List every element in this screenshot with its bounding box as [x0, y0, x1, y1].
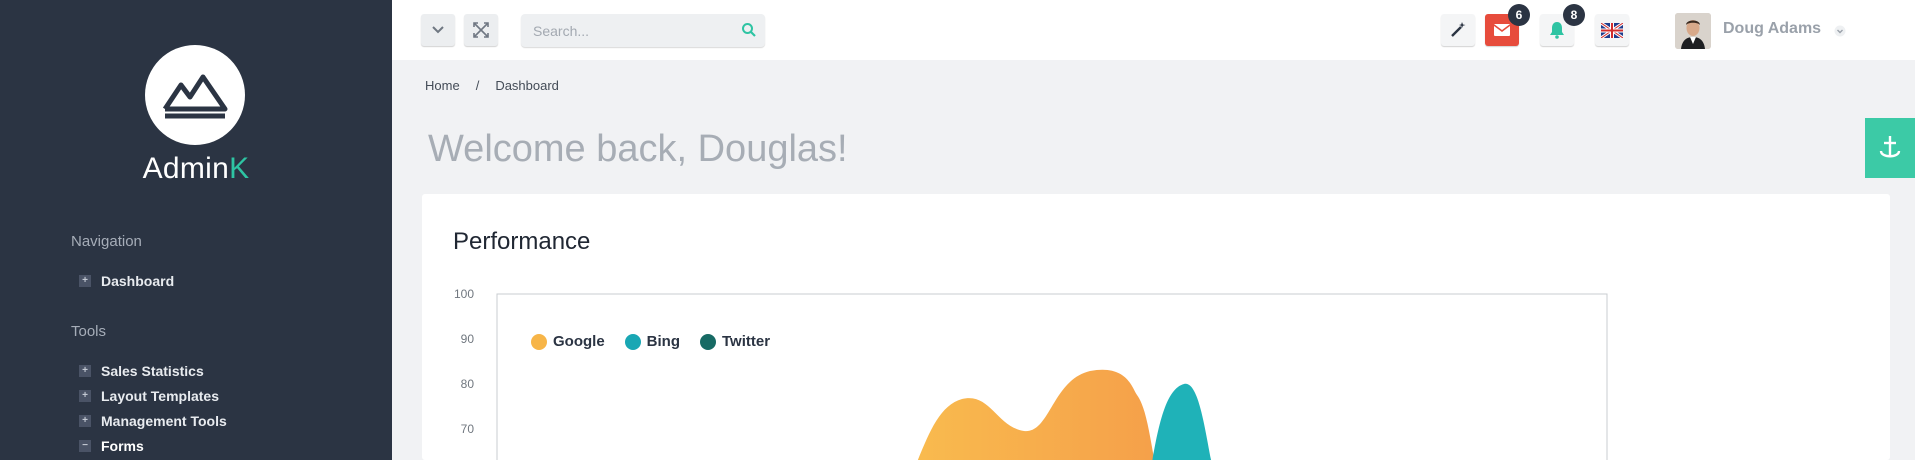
- magic-wand-button[interactable]: [1441, 14, 1475, 46]
- collapse-minus-icon: −: [79, 440, 91, 452]
- breadcrumb: Home / Dashboard: [425, 78, 559, 93]
- sidebar-item-label: Dashboard: [101, 273, 175, 289]
- sidebar-item-dashboard[interactable]: + Dashboard: [79, 273, 174, 289]
- user-name[interactable]: Doug Adams: [1723, 20, 1821, 38]
- chart-legend: Google Bing Twitter: [531, 333, 770, 350]
- page-title: Welcome back, Douglas!: [428, 128, 848, 170]
- performance-card: Performance 100 90 80 70 Google Bing Twi…: [422, 194, 1890, 460]
- sidebar-item-layout-templates[interactable]: + Layout Templates: [79, 388, 219, 404]
- y-axis-tick-label: 70: [461, 422, 475, 436]
- sidebar-item-label: Layout Templates: [101, 388, 219, 404]
- dropdown-toggle-button[interactable]: [421, 14, 455, 46]
- expand-plus-icon: +: [79, 390, 91, 402]
- breadcrumb-home-link[interactable]: Home: [425, 78, 460, 93]
- breadcrumb-separator: /: [475, 78, 480, 93]
- mountain-logo-icon: [162, 74, 228, 119]
- sidebar-item-management-tools[interactable]: + Management Tools: [79, 413, 227, 429]
- sidebar-item-sales-statistics[interactable]: + Sales Statistics: [79, 363, 204, 379]
- area-series-google: [917, 369, 1155, 460]
- language-button[interactable]: [1595, 14, 1629, 46]
- legend-item-bing[interactable]: Bing: [624, 333, 680, 350]
- expand-plus-icon: +: [79, 365, 91, 377]
- user-photo-icon: [1675, 13, 1711, 49]
- search-icon[interactable]: [741, 22, 757, 38]
- legend-label: Twitter: [722, 333, 771, 350]
- legend-dot: [624, 333, 641, 350]
- sidebar-item-label: Sales Statistics: [101, 363, 204, 379]
- logo: [145, 45, 245, 145]
- legend-item-google[interactable]: Google: [531, 333, 605, 350]
- y-axis-tick-label: 100: [454, 287, 474, 301]
- expand-plus-icon: +: [79, 415, 91, 427]
- avatar[interactable]: [1675, 13, 1711, 49]
- bing-area: [1152, 383, 1212, 460]
- bell-icon: [1550, 22, 1564, 39]
- sidebar-item-forms[interactable]: − Forms: [79, 438, 144, 454]
- legend-dot: [531, 333, 547, 350]
- chevron-down-icon[interactable]: [1834, 25, 1846, 37]
- section-label-navigation: Navigation: [71, 233, 142, 250]
- search-box: [521, 14, 765, 47]
- sidebar-item-label: Forms: [101, 438, 144, 454]
- settings-panel-toggle[interactable]: [1865, 118, 1915, 178]
- legend-item-twitter[interactable]: Twitter: [700, 333, 770, 350]
- uk-flag-icon: [1601, 22, 1623, 38]
- brand-main: Admin: [142, 152, 230, 185]
- google-area: [917, 369, 1155, 460]
- breadcrumb-current: Dashboard: [495, 78, 559, 93]
- topbar: 6 8 Doug Adams: [392, 0, 1915, 60]
- magic-wand-icon: [1451, 22, 1466, 37]
- legend-label: Google: [553, 333, 605, 350]
- legend-label: Bing: [646, 333, 680, 350]
- sidebar-item-label: Management Tools: [101, 413, 227, 429]
- messages-count-badge: 6: [1508, 4, 1530, 26]
- anchor-icon: [1879, 136, 1901, 158]
- fullscreen-button[interactable]: [464, 14, 498, 46]
- expand-arrows-icon: [473, 22, 489, 38]
- y-axis-tick-label: 90: [461, 332, 475, 346]
- performance-chart: 100 90 80 70: [454, 287, 1608, 460]
- brand-name: AdminK: [0, 152, 392, 186]
- expand-plus-icon: +: [79, 275, 91, 287]
- legend-dot: [700, 333, 716, 350]
- section-label-tools: Tools: [71, 323, 107, 340]
- sidebar: AdminK Navigation + Dashboard Tools + Sa…: [0, 0, 392, 460]
- notifications-count-badge: 8: [1563, 4, 1585, 26]
- envelope-icon: [1493, 24, 1511, 36]
- chevron-down-icon: [432, 26, 444, 34]
- y-axis-tick-label: 80: [461, 377, 475, 391]
- brand-accent: K: [229, 152, 250, 185]
- search-input[interactable]: [521, 14, 721, 47]
